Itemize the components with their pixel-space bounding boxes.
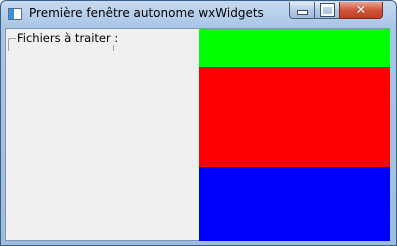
title-bar[interactable]: Première fenêtre autonome wxWidgets ✕ [1, 1, 396, 29]
minimize-icon [296, 10, 308, 15]
window-title: Première fenêtre autonome wxWidgets [29, 6, 264, 20]
client-area: Fichiers à traiter : [5, 28, 390, 241]
maximize-icon [319, 3, 335, 17]
minimize-button[interactable] [289, 2, 315, 19]
files-group-label: Fichiers à traiter : [16, 31, 120, 45]
app-window: Première fenêtre autonome wxWidgets ✕ Fi… [0, 0, 397, 246]
green-panel[interactable] [199, 29, 390, 67]
close-icon: ✕ [355, 2, 367, 18]
app-icon[interactable] [8, 8, 22, 20]
maximize-button[interactable] [314, 2, 340, 19]
red-panel[interactable] [199, 67, 390, 167]
blue-panel[interactable] [199, 167, 390, 241]
close-button[interactable]: ✕ [339, 2, 383, 19]
